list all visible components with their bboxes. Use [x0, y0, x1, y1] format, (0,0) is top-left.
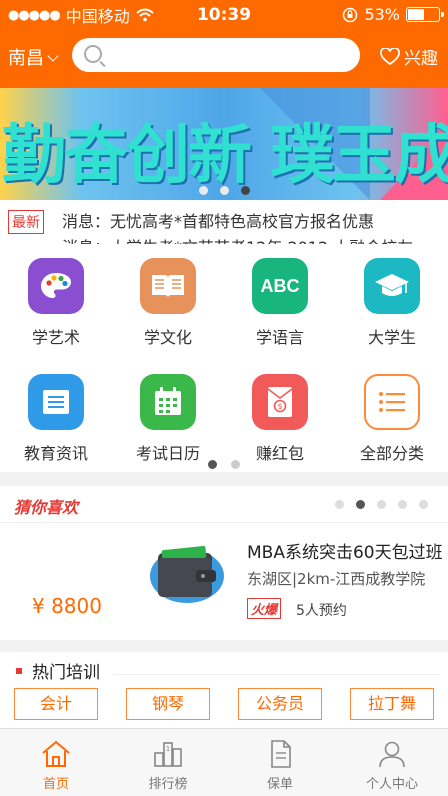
- tab-label: 保单: [266, 777, 293, 792]
- page-dot[interactable]: [335, 500, 344, 509]
- banner-slogan: 勤奋创新 璞玉成器: [2, 119, 448, 193]
- training-tag[interactable]: 公务员: [238, 688, 322, 720]
- interest-button[interactable]: 兴趣: [380, 44, 438, 69]
- appointment-count: 5人预约: [296, 603, 347, 619]
- abc-icon: ABC: [252, 258, 308, 314]
- page-dot[interactable]: [377, 500, 386, 509]
- app-screen: ●●●●● 中国移动 10:39 53% 南昌 兴趣 勤奋创新 璞玉成器 最新 …: [0, 0, 448, 796]
- course-price: ¥ 8800: [32, 594, 102, 618]
- recommendation-section: 猜你喜欢 MBA系统突击60天包过班 东湖区|2km-江西成教学院 火爆 5人预…: [0, 486, 448, 640]
- section-title: 猜你喜欢: [14, 498, 79, 517]
- divider: [114, 674, 440, 675]
- battery-percent: 53%: [364, 5, 400, 24]
- banner-carousel[interactable]: 勤奋创新 璞玉成器: [0, 88, 448, 200]
- svg-text:1: 1: [166, 745, 170, 753]
- recommendation-pagination: [335, 500, 428, 509]
- section-title: 热门培训: [32, 663, 100, 683]
- news-icon: [28, 374, 84, 430]
- page-dot[interactable]: [198, 186, 208, 195]
- svg-text:$: $: [277, 402, 282, 411]
- divider: [0, 522, 448, 523]
- category-label: 学艺术: [31, 328, 80, 347]
- status-right: 53%: [342, 5, 444, 24]
- page-dot: [208, 460, 217, 469]
- city-label: 南昌: [8, 48, 44, 69]
- news-ticker[interactable]: 最新 消息：无忧高考*首都特色高校官方报名优惠 消息：大学生考*文艺节者12年 …: [0, 200, 448, 244]
- category-pagination: [0, 460, 448, 469]
- hot-badge: 火爆: [247, 598, 282, 619]
- course-title[interactable]: MBA系统突击60天包过班: [247, 538, 443, 563]
- section-marker: [16, 667, 22, 674]
- category-college[interactable]: 大学生: [336, 244, 448, 356]
- home-icon: [42, 740, 70, 767]
- tab-label: 首页: [42, 777, 69, 792]
- book-icon: [140, 258, 196, 314]
- category-news[interactable]: 教育资讯: [0, 360, 112, 472]
- page-dot[interactable]: [356, 500, 365, 509]
- section-header: 热门培训: [16, 658, 100, 683]
- training-tag[interactable]: 钢琴: [126, 688, 210, 720]
- calendar-icon: [140, 374, 196, 430]
- page-dot: [231, 460, 240, 469]
- tab-home[interactable]: 首页: [0, 729, 112, 796]
- tab-bar: 首页 1 排行榜 保单 个人中心: [0, 728, 448, 796]
- battery-level: [408, 9, 424, 20]
- graduation-cap-icon: [364, 258, 420, 314]
- category-art[interactable]: 学艺术: [0, 244, 112, 356]
- header: ●●●●● 中国移动 10:39 53% 南昌 兴趣: [0, 0, 448, 88]
- wallet-icon: [150, 545, 224, 603]
- heart-icon: [380, 47, 400, 65]
- category-all[interactable]: 全部分类: [336, 360, 448, 472]
- chevron-down-icon: [47, 50, 59, 62]
- news-line[interactable]: 消息：无忧高考*首都特色高校官方报名优惠: [62, 208, 374, 232]
- interest-label: 兴趣: [404, 49, 438, 69]
- latest-badge: 最新: [8, 210, 44, 234]
- category-language[interactable]: ABC 学语言: [224, 244, 336, 356]
- page-dot[interactable]: [419, 500, 428, 509]
- ranking-icon: 1: [154, 742, 182, 767]
- search-input[interactable]: [72, 38, 360, 72]
- course-location: 东湖区|2km-江西成教学院: [247, 570, 426, 588]
- category-exam-calendar[interactable]: 考试日历: [112, 360, 224, 472]
- hot-training-section: 热门培训 会计 钢琴 公务员 拉丁舞: [0, 652, 448, 728]
- tab-profile[interactable]: 个人中心: [336, 729, 448, 796]
- list-icon: [364, 374, 420, 430]
- user-icon: [379, 741, 405, 768]
- category-label: 学文化: [143, 328, 192, 347]
- category-culture[interactable]: 学文化: [112, 244, 224, 356]
- news-line[interactable]: 消息：大学生考*文艺节者12年 2012 大融合校友: [62, 234, 413, 244]
- palette-icon: [28, 258, 84, 314]
- tab-ranking[interactable]: 1 排行榜: [112, 729, 224, 796]
- status-bar: ●●●●● 中国移动 10:39 53%: [0, 0, 448, 30]
- page-dot[interactable]: [240, 186, 250, 195]
- red-envelope-icon: $: [252, 374, 308, 430]
- category-grid: 学艺术 学文化 ABC 学语言 大学生 教育资讯 考试日历 $ 赚红包 全部分类: [0, 244, 448, 472]
- battery-icon: [406, 7, 444, 22]
- training-tag[interactable]: 拉丁舞: [350, 688, 434, 720]
- search-icon: [84, 45, 102, 63]
- lock-rotation-icon: [343, 7, 358, 22]
- banner-pagination: [0, 186, 448, 195]
- tab-label: 个人中心: [365, 777, 418, 792]
- page-dot[interactable]: [219, 186, 229, 195]
- city-selector[interactable]: 南昌: [8, 44, 59, 70]
- document-icon: [271, 740, 291, 768]
- top-bar: 南昌 兴趣: [0, 38, 448, 74]
- tab-label: 排行榜: [148, 777, 188, 792]
- category-label: 学语言: [255, 328, 304, 347]
- category-label: 大学生: [367, 328, 416, 347]
- category-red-envelope[interactable]: $ 赚红包: [224, 360, 336, 472]
- tab-policy[interactable]: 保单: [224, 729, 336, 796]
- page-dot[interactable]: [398, 500, 407, 509]
- training-tag[interactable]: 会计: [14, 688, 98, 720]
